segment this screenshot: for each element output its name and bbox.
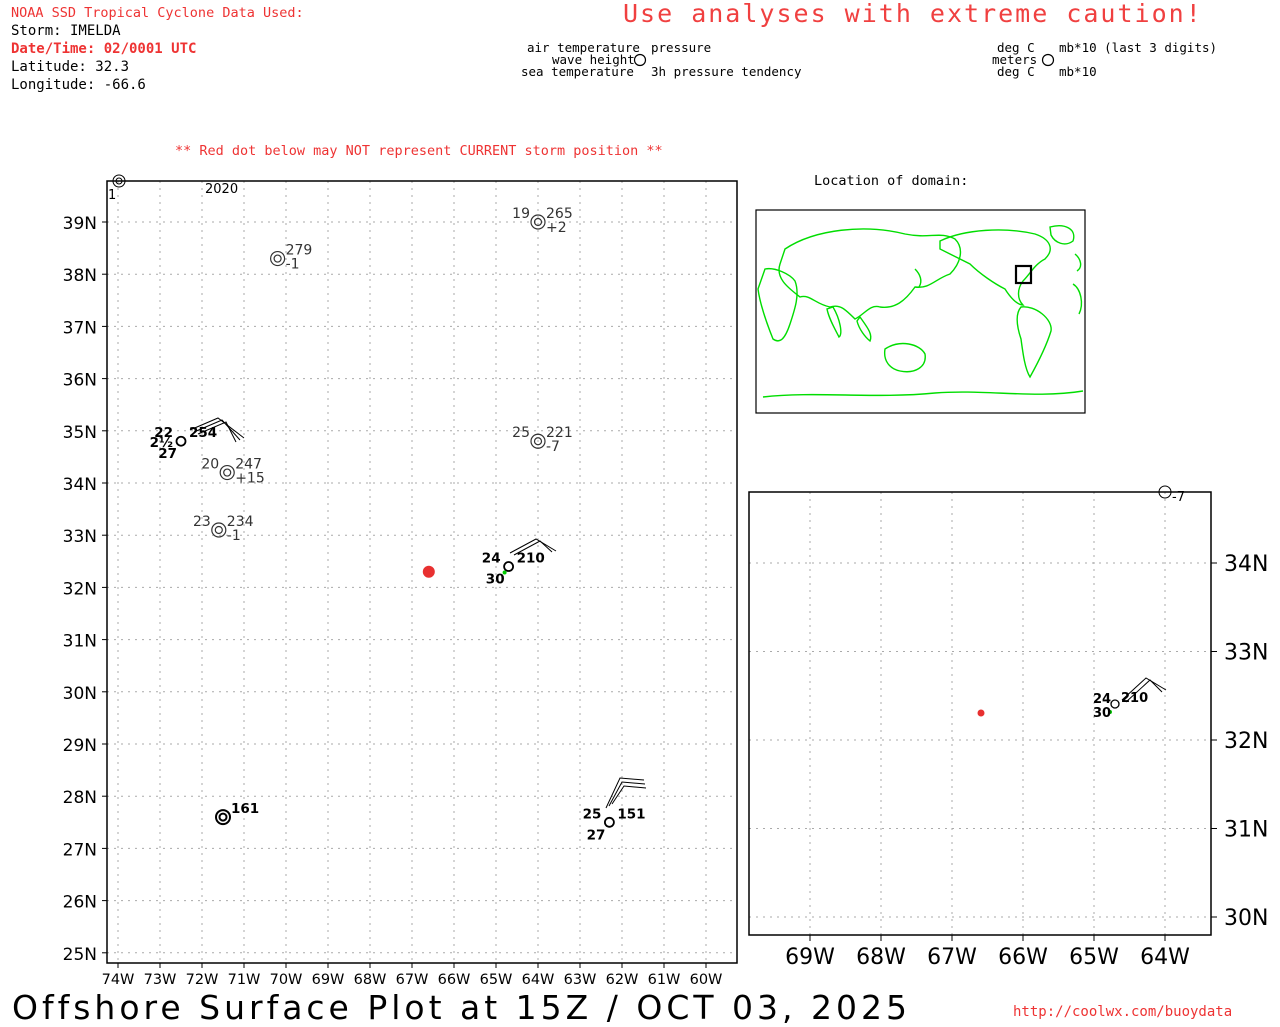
inset-lat-label: 31N <box>1224 818 1268 843</box>
inset-map-longitude-labels: 69W 68W 67W 66W 65W 64W <box>785 945 1190 970</box>
inset-station-circle <box>1110 699 1120 709</box>
inset-storm-position-marker <box>977 709 985 717</box>
source-url-link[interactable]: http://coolwx.com/buoydata <box>1013 1004 1232 1020</box>
inset-lon-label: 68W <box>856 945 906 970</box>
zoomed-inset-map: 34N 33N 32N 31N 30N 69W 68W 67W 66W 65W 64W -7 24… <box>748 485 1268 970</box>
inset-lon-label: 67W <box>927 945 977 970</box>
inset-lat-label: 34N <box>1224 552 1268 577</box>
inset-lat-label: 32N <box>1224 729 1268 754</box>
inset-lon-label: 65W <box>1069 945 1119 970</box>
inset-station-sst: 30 <box>1093 706 1111 721</box>
plot-title: Offshore Surface Plot at 15Z / OCT 03, 2… <box>12 988 911 1027</box>
inset-lon-label: 69W <box>785 945 835 970</box>
inset-lat-label: 33N <box>1224 641 1268 666</box>
inset-station-pressure: 210 <box>1121 691 1148 706</box>
inset-edge-fragment: -7 <box>1172 490 1185 505</box>
inset-map-grid <box>749 492 1217 941</box>
inset-lon-label: 66W <box>998 945 1048 970</box>
inset-lon-label: 64W <box>1140 945 1190 970</box>
inset-lat-label: 30N <box>1224 906 1268 931</box>
inset-map-latitude-labels: 34N 33N 32N 31N 30N <box>1224 552 1268 931</box>
inset-station-temp: 24 <box>1093 692 1111 707</box>
